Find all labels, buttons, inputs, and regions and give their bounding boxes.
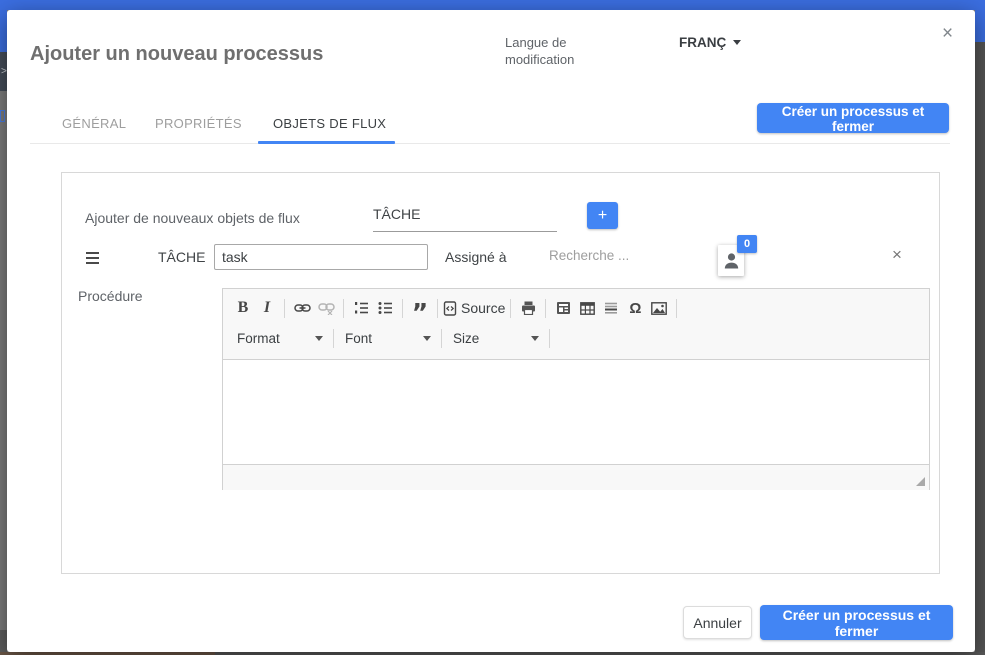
bulleted-list-icon[interactable] xyxy=(373,296,397,320)
special-character-icon[interactable]: Ω xyxy=(623,296,647,320)
toolbar-separator xyxy=(437,298,438,318)
flow-object-type-select[interactable]: TÂCHE xyxy=(373,206,557,232)
add-flow-object-button[interactable]: + xyxy=(587,202,618,229)
toolbar-separator xyxy=(441,328,442,348)
background-app-header xyxy=(0,0,985,10)
tab-general[interactable]: GÉNÉRAL xyxy=(62,116,126,131)
tab-proprietes[interactable]: PROPRIÉTÉS xyxy=(155,116,242,131)
create-process-button-bottom[interactable]: Créer un processus et fermer xyxy=(760,605,953,640)
language-of-modification-label: Langue de modification xyxy=(505,35,575,67)
background-app-header-right xyxy=(975,10,985,42)
toolbar-separator xyxy=(676,298,678,318)
size-dropdown[interactable]: Size xyxy=(447,326,544,350)
editor-content-area[interactable] xyxy=(223,360,929,464)
chevron-down-icon xyxy=(423,335,431,341)
numbered-list-icon[interactable] xyxy=(349,296,373,320)
templates-icon[interactable] xyxy=(551,296,575,320)
unlink-icon xyxy=(314,296,338,320)
size-dropdown-label: Size xyxy=(453,330,480,346)
procedure-richtext-editor: B I ” Source Ω Format Font Size xyxy=(222,288,930,490)
tabs-divider xyxy=(30,143,950,144)
cancel-button[interactable]: Annuler xyxy=(683,606,752,639)
blockquote-icon[interactable]: ” xyxy=(408,291,432,325)
italic-icon[interactable]: I xyxy=(255,296,279,320)
format-dropdown-label: Format xyxy=(237,330,280,346)
background-app-header-left xyxy=(0,10,7,52)
toolbar-separator xyxy=(510,298,512,318)
chevron-down-icon xyxy=(733,40,742,45)
backdrop-right xyxy=(975,10,985,655)
drag-handle-icon[interactable] xyxy=(86,252,99,264)
remove-task-button[interactable]: × xyxy=(892,246,902,263)
background-chevron-icon: > xyxy=(0,52,7,91)
background-fragment xyxy=(0,110,5,122)
format-dropdown[interactable]: Format xyxy=(231,326,328,350)
add-process-dialog: Ajouter un nouveau processus Langue de m… xyxy=(7,10,975,652)
person-icon xyxy=(723,251,740,270)
add-flow-objects-label: Ajouter de nouveaux objets de flux xyxy=(85,210,300,226)
toolbar-separator xyxy=(333,328,334,348)
editor-toolbar: B I ” Source Ω Format Font Size xyxy=(223,289,929,360)
editor-status-bar xyxy=(223,464,929,490)
toolbar-separator xyxy=(284,298,285,318)
horizontal-rule-icon[interactable] xyxy=(599,296,623,320)
task-name-input[interactable] xyxy=(214,244,428,270)
toolbar-separator xyxy=(343,298,344,318)
tab-objets-de-flux[interactable]: OBJETS DE FLUX xyxy=(273,116,386,131)
toolbar-separator xyxy=(549,328,550,348)
print-icon[interactable] xyxy=(516,296,540,320)
link-icon[interactable] xyxy=(290,296,314,320)
chevron-down-icon xyxy=(315,335,323,341)
task-type-label: TÂCHE xyxy=(158,249,206,265)
toolbar-separator xyxy=(545,298,547,318)
source-button-label[interactable]: Source xyxy=(461,300,505,316)
image-icon[interactable] xyxy=(647,296,671,320)
table-icon[interactable] xyxy=(575,296,599,320)
create-process-button-top[interactable]: Créer un processus et fermer xyxy=(757,103,949,134)
font-dropdown-label: Font xyxy=(345,330,373,346)
toolbar-separator xyxy=(402,298,403,318)
active-tab-indicator xyxy=(258,141,395,144)
source-icon[interactable] xyxy=(443,296,457,320)
procedure-label: Procédure xyxy=(78,288,143,304)
language-select[interactable]: FRANÇ xyxy=(679,35,742,50)
bold-icon[interactable]: B xyxy=(231,296,255,320)
font-dropdown[interactable]: Font xyxy=(339,326,436,350)
assignee-search-input[interactable] xyxy=(547,247,681,264)
assignee-count-badge: 0 xyxy=(737,235,757,253)
assigned-to-label: Assigné à xyxy=(445,249,507,265)
backdrop-left: > xyxy=(0,10,7,655)
language-select-value: FRANÇ xyxy=(679,35,727,50)
chevron-down-icon xyxy=(531,335,539,341)
editor-resize-handle[interactable] xyxy=(916,477,925,486)
dialog-title: Ajouter un nouveau processus xyxy=(30,43,324,65)
close-dialog-button[interactable]: × xyxy=(942,24,953,43)
